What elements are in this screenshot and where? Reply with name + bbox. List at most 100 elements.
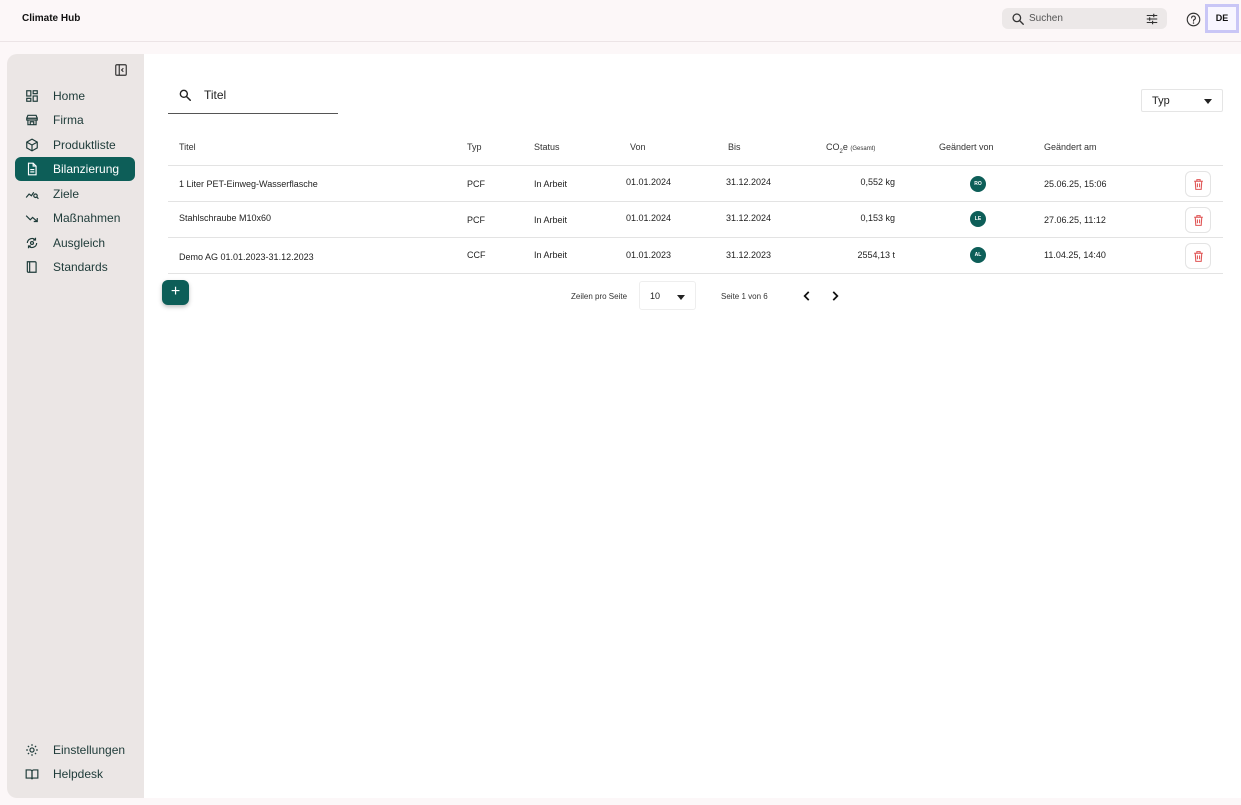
sidebar-item-home[interactable]: Home <box>15 84 135 108</box>
table-row[interactable]: Stahlschraube M10x60 PCF In Arbeit 01.01… <box>168 202 1223 238</box>
type-filter-label: Typ <box>1152 95 1170 107</box>
balance-cycle-icon <box>25 236 39 250</box>
rows-per-page-label: Zeilen pro Seite <box>571 292 628 301</box>
caret-down-icon <box>1204 99 1212 104</box>
dashboard-grid-icon <box>25 89 39 103</box>
global-search[interactable]: Suchen <box>1002 8 1167 29</box>
cell-type: PCF <box>467 179 485 189</box>
language-switch-button[interactable]: DE <box>1205 4 1239 33</box>
sidebar-item-ausgleich[interactable]: Ausgleich <box>15 231 135 255</box>
rows-per-page-value: 10 <box>650 291 661 301</box>
cell-status: In Arbeit <box>534 215 568 225</box>
search-placeholder: Suchen <box>1029 13 1063 24</box>
sidebar-item-einstellungen[interactable]: Einstellungen <box>15 738 135 762</box>
sidebar-item-produktliste[interactable]: Produktliste <box>15 133 135 157</box>
balances-table: Titel Typ Status Von Bis CO2e (Gesamt) G… <box>168 130 1223 274</box>
add-balance-button[interactable]: + <box>162 280 189 305</box>
column-header-from[interactable]: Von <box>630 142 646 152</box>
trash-icon <box>1193 214 1203 226</box>
filter-sliders-icon[interactable] <box>1145 12 1159 26</box>
cell-to: 31.12.2023 <box>726 250 772 260</box>
avatar: AL <box>970 247 986 263</box>
cell-changed-at: 27.06.25, 11:12 <box>1044 215 1106 225</box>
delete-button[interactable] <box>1185 207 1211 233</box>
cell-title: Stahlschraube M10x60 <box>179 213 272 223</box>
app-title: Climate Hub <box>22 13 81 24</box>
column-header-changed-at[interactable]: Geändert am <box>1044 142 1097 152</box>
sidebar-item-label: Produktliste <box>53 138 116 152</box>
cell-co2: 2554,13 t <box>857 250 895 260</box>
chevron-left-icon[interactable] <box>800 289 814 303</box>
store-icon <box>25 113 39 127</box>
column-header-to[interactable]: Bis <box>728 142 741 152</box>
rows-per-page-select[interactable]: 10 <box>639 281 696 310</box>
type-filter-select[interactable]: Typ <box>1141 89 1223 112</box>
trend-down-icon <box>25 211 39 225</box>
co2-label: CO <box>826 142 840 152</box>
sidebar-item-firma[interactable]: Firma <box>15 108 135 132</box>
column-header-type[interactable]: Typ <box>467 142 482 152</box>
cell-type: CCF <box>467 250 486 260</box>
sidebar-item-standards[interactable]: Standards <box>15 255 135 279</box>
sidebar-item-ziele[interactable]: Ziele <box>15 182 135 206</box>
caret-down-icon <box>677 295 685 300</box>
cell-status: In Arbeit <box>534 179 568 189</box>
trash-icon <box>1193 250 1203 262</box>
cell-type: PCF <box>467 215 485 225</box>
cell-from: 01.01.2024 <box>626 213 672 223</box>
cell-co2: 0,153 kg <box>860 213 895 223</box>
sidebar-item-massnahmen[interactable]: Maßnahmen <box>15 206 135 230</box>
gear-icon <box>25 743 39 757</box>
delete-button[interactable] <box>1185 243 1211 269</box>
cell-from: 01.01.2024 <box>626 177 672 187</box>
cell-title: Demo AG 01.01.2023-31.12.2023 <box>179 252 314 262</box>
cell-to: 31.12.2024 <box>726 213 772 223</box>
sidebar-item-label: Ausgleich <box>53 236 106 250</box>
cell-co2: 0,552 kg <box>860 177 895 187</box>
sidebar-item-label: Helpdesk <box>53 767 104 781</box>
open-book-icon <box>25 767 39 781</box>
sidebar-item-bilanzierung[interactable]: Bilanzierung <box>15 157 135 181</box>
sidebar-item-label: Maßnahmen <box>53 211 121 225</box>
main-content: Titel Typ Titel Typ Status Von Bis CO2e … <box>144 54 1241 798</box>
sidebar: Home Firma Produktliste Bilanzierung Zie… <box>7 54 144 798</box>
trash-icon <box>1193 178 1203 190</box>
sidebar-item-label: Firma <box>53 113 84 127</box>
search-icon <box>1012 13 1024 25</box>
co2-total-label: (Gesamt) <box>850 146 876 152</box>
target-chart-icon <box>25 187 39 201</box>
cell-from: 01.01.2023 <box>626 250 672 260</box>
cell-changed-at: 25.06.25, 15:06 <box>1044 179 1107 189</box>
plus-icon: + <box>170 283 181 300</box>
chevron-right-icon[interactable] <box>828 289 842 303</box>
column-header-changed-by[interactable]: Geändert von <box>939 142 994 152</box>
search-icon <box>179 89 192 102</box>
table-header: Titel Typ Status Von Bis CO2e (Gesamt) G… <box>168 130 1223 166</box>
sidebar-item-label: Bilanzierung <box>53 162 120 176</box>
column-header-co2[interactable]: CO2e (Gesamt) <box>826 142 875 155</box>
sidebar-item-helpdesk[interactable]: Helpdesk <box>15 762 135 786</box>
collapse-sidebar-icon[interactable] <box>114 63 128 77</box>
title-filter-input[interactable]: Titel <box>168 82 338 114</box>
sidebar-item-label: Ziele <box>53 187 80 201</box>
avatar: LE <box>970 211 986 227</box>
cell-changed-at: 11.04.25, 14:40 <box>1044 250 1106 260</box>
co2-e-label: e <box>842 142 848 152</box>
sidebar-item-label: Home <box>53 89 86 103</box>
avatar: RO <box>970 176 986 192</box>
table-row[interactable]: 1 Liter PET-Einweg-Wasserflasche PCF In … <box>168 166 1223 202</box>
column-header-title[interactable]: Titel <box>179 142 196 152</box>
top-bar: Climate Hub Suchen DE <box>0 0 1241 42</box>
help-icon[interactable] <box>1186 12 1201 27</box>
document-icon <box>25 162 39 176</box>
title-filter-label: Titel <box>204 88 227 102</box>
delete-button[interactable] <box>1185 171 1211 197</box>
package-icon <box>25 138 39 152</box>
sidebar-item-label: Einstellungen <box>53 743 126 757</box>
cell-title: 1 Liter PET-Einweg-Wasserflasche <box>179 179 318 189</box>
cell-to: 31.12.2024 <box>726 177 772 187</box>
cell-status: In Arbeit <box>534 250 568 260</box>
book-icon <box>25 260 39 274</box>
table-row[interactable]: Demo AG 01.01.2023-31.12.2023 CCF In Arb… <box>168 238 1223 274</box>
column-header-status[interactable]: Status <box>534 142 560 152</box>
